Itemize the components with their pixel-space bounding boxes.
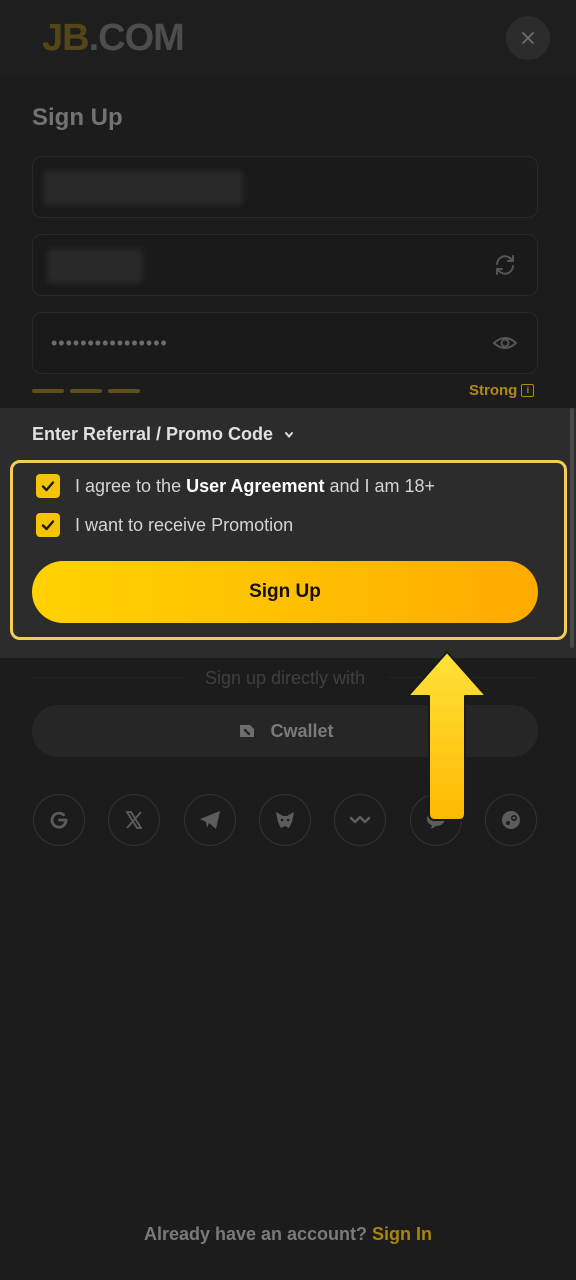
- top-bar: JB.COM: [0, 0, 576, 76]
- page-title: Sign Up: [32, 104, 123, 131]
- close-button[interactable]: [506, 16, 550, 60]
- close-icon: [522, 32, 534, 44]
- sign-up-button[interactable]: Sign Up: [32, 561, 538, 623]
- info-icon[interactable]: i: [521, 384, 535, 397]
- walletconnect-button[interactable]: [334, 794, 386, 846]
- strength-segment: [70, 389, 102, 393]
- logo-suffix: .COM: [88, 17, 185, 59]
- metamask-icon: [276, 812, 294, 828]
- strength-segment: [32, 389, 64, 393]
- google-button[interactable]: [33, 794, 85, 846]
- chevron-down-icon: [285, 431, 294, 438]
- email-field[interactable]: [32, 156, 538, 218]
- agreement-row[interactable]: I agree to the User Agreement and I am 1…: [36, 474, 435, 498]
- jb-logo[interactable]: JB.COM: [42, 14, 185, 62]
- strength-text: Strong: [469, 382, 518, 399]
- logo-main: JB: [42, 17, 90, 59]
- password-mask: ••••••••••••••••: [51, 333, 168, 353]
- promo-code-label: Enter Referral / Promo Code: [32, 424, 274, 444]
- verification-code-field[interactable]: [32, 234, 538, 296]
- agreement-suffix: and I am 18+: [324, 475, 436, 496]
- agreement-prefix: I agree to the: [75, 475, 187, 496]
- x-icon: [125, 811, 143, 829]
- cwallet-label: Cwallet: [270, 720, 334, 741]
- agreement-checkbox[interactable]: [36, 474, 60, 498]
- promotion-row[interactable]: I want to receive Promotion: [36, 513, 293, 537]
- strength-segment: [108, 389, 140, 393]
- strength-label: Strong i: [469, 382, 535, 399]
- scrollbar[interactable]: [570, 408, 574, 648]
- code-value-redacted: [47, 249, 143, 283]
- checkmark-icon: [41, 481, 55, 492]
- sign-in-link[interactable]: Sign In: [372, 1224, 432, 1244]
- steam-icon: [502, 811, 520, 829]
- steam-button[interactable]: [485, 794, 537, 846]
- password-field[interactable]: ••••••••••••••••: [32, 312, 538, 374]
- walletconnect-icon: [349, 815, 371, 824]
- pointer-arrow-icon: [407, 651, 487, 821]
- promotion-label: I want to receive Promotion: [75, 514, 294, 535]
- google-icon: [50, 811, 68, 829]
- agreement-text: I agree to the User Agreement and I am 1…: [75, 476, 435, 497]
- checkmark-icon: [41, 520, 55, 531]
- x-button[interactable]: [108, 794, 160, 846]
- sign-in-prompt: Already have an account? Sign In: [0, 1224, 576, 1245]
- promo-code-toggle[interactable]: Enter Referral / Promo Code: [32, 424, 295, 445]
- promotion-checkbox[interactable]: [36, 513, 60, 537]
- user-agreement-link[interactable]: User Agreement: [186, 476, 324, 496]
- telegram-button[interactable]: [184, 794, 236, 846]
- metamask-button[interactable]: [259, 794, 311, 846]
- refresh-icon[interactable]: [491, 251, 519, 279]
- cwallet-icon: [240, 725, 255, 737]
- eye-icon[interactable]: [491, 329, 519, 357]
- telegram-icon: [200, 811, 220, 829]
- sign-in-question: Already have an account?: [143, 1224, 373, 1244]
- email-value-redacted: [43, 171, 243, 205]
